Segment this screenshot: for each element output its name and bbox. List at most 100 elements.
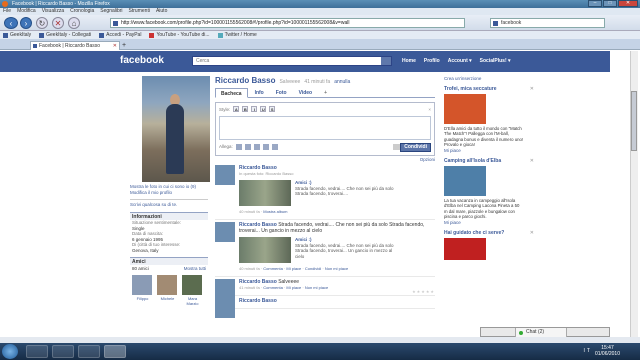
style-toolbar: Style: A B I U S × xyxy=(216,103,434,115)
friend-item[interactable]: Michele xyxy=(157,275,178,306)
language-indicator[interactable]: IT xyxy=(584,348,592,354)
underline-button[interactable]: U xyxy=(260,106,267,112)
bookmark-geekitaly-collegati[interactable]: GeekItaly - Collegati xyxy=(39,31,91,39)
new-tab-button[interactable]: + xyxy=(122,42,130,50)
like-link[interactable]: Mi piace xyxy=(286,285,301,290)
ad-close-icon[interactable]: ✕ xyxy=(530,86,534,92)
attachment-photo[interactable] xyxy=(239,180,291,206)
facebook-search-input[interactable]: Cerca xyxy=(192,56,392,66)
close-tab-icon[interactable]: ✕ xyxy=(113,42,117,50)
tab-video[interactable]: Video xyxy=(294,88,318,98)
info-section: Situazione sentimentale: Single Data di … xyxy=(130,220,208,253)
url-bar[interactable]: http://www.facebook.com/profile.php?id=1… xyxy=(110,18,465,28)
like-link[interactable]: Mi piace xyxy=(286,266,301,271)
ad-image[interactable] xyxy=(444,238,486,261)
strike-button[interactable]: S xyxy=(269,106,276,112)
bookmark-geekitaly[interactable]: GeekItaly xyxy=(3,31,31,39)
attachment-photo[interactable] xyxy=(239,237,291,263)
menu-strumenti[interactable]: Strumenti xyxy=(129,8,150,15)
event-attach-icon[interactable] xyxy=(253,144,260,150)
post-avatar[interactable] xyxy=(215,165,235,185)
status-textarea[interactable] xyxy=(219,116,431,140)
share-button[interactable]: Condividi xyxy=(400,143,431,152)
friend-item[interactable]: Mara Marzio xyxy=(182,275,203,306)
comment-link[interactable]: Commenta xyxy=(263,285,283,290)
more-attach-icon[interactable] xyxy=(271,144,278,150)
post-avatar[interactable] xyxy=(215,298,235,318)
menu-visualizza[interactable]: Visualizza xyxy=(42,8,64,15)
back-button[interactable]: ‹ xyxy=(4,17,18,29)
taskbar-explorer-icon[interactable] xyxy=(52,345,74,358)
url-text: http://www.facebook.com/profile.php?id=1… xyxy=(121,20,350,26)
nav-account[interactable]: Account ▾ xyxy=(448,57,472,65)
friends-show-all-link[interactable]: Mostra tutti xyxy=(184,266,206,272)
forward-button[interactable]: › xyxy=(20,17,32,29)
menu-segnalibri[interactable]: Segnalibri xyxy=(100,8,122,15)
nav-socialplus[interactable]: SocialPlus! ▾ xyxy=(480,57,511,65)
menu-cronologia[interactable]: Cronologia xyxy=(70,8,94,15)
taskbar-media-icon[interactable] xyxy=(78,345,100,358)
start-button[interactable] xyxy=(2,344,18,359)
video-attach-icon[interactable] xyxy=(244,144,251,150)
window-titlebar: Facebook | Riccardo Basso - Mozilla Fire… xyxy=(0,0,640,8)
taskbar-firefox-icon[interactable] xyxy=(104,345,126,358)
edit-profile-link[interactable]: Modifica il mio profilo xyxy=(130,190,208,196)
share-link[interactable]: Condividi xyxy=(305,266,321,271)
comment-link[interactable]: Commenta xyxy=(263,266,283,271)
ad-close-icon[interactable]: ✕ xyxy=(530,158,534,164)
facebook-logo[interactable]: facebook xyxy=(120,55,164,66)
tab-bacheca[interactable]: Bacheca xyxy=(215,88,248,98)
close-window-button[interactable]: ✕ xyxy=(618,0,638,7)
ad-title[interactable]: Hai guidato che ci serve? xyxy=(444,230,514,236)
menu-aiuto[interactable]: Aiuto xyxy=(156,8,167,15)
tab-info[interactable]: Info xyxy=(250,88,269,98)
menu-modifica[interactable]: Modifica xyxy=(17,8,36,15)
friend-item[interactable]: Filippo xyxy=(132,275,153,306)
post-avatar[interactable] xyxy=(215,222,235,242)
scrollbar-thumb[interactable] xyxy=(631,91,637,151)
chat-button[interactable]: Chat (2) xyxy=(515,328,567,337)
tab-foto[interactable]: Foto xyxy=(271,88,292,98)
maximize-button[interactable]: □ xyxy=(603,0,617,7)
nav-home[interactable]: Home xyxy=(402,57,416,65)
ad-like-link[interactable]: Mi piace xyxy=(444,148,534,154)
search-icon[interactable] xyxy=(381,57,391,65)
photo-attach-icon[interactable] xyxy=(235,144,242,150)
post-author[interactable]: Riccardo Basso xyxy=(239,298,435,304)
ad-image[interactable] xyxy=(444,94,486,124)
link-attach-icon[interactable] xyxy=(262,144,269,150)
bookmark-twitter[interactable]: Twitter / Home xyxy=(217,31,257,39)
search-bar[interactable]: facebook xyxy=(490,18,605,28)
bookmark-paypal[interactable]: Accedi - PayPal xyxy=(99,31,141,39)
ad-image[interactable] xyxy=(444,166,486,197)
status-undo-link[interactable]: annulla xyxy=(334,79,350,85)
show-album-link[interactable]: Mostra album xyxy=(263,209,287,214)
ad-like-link[interactable]: Mi piace xyxy=(444,220,534,226)
about-me-link[interactable]: Scrivi qualcosa su di te. xyxy=(130,202,208,208)
dislike-link[interactable]: Non mi piace xyxy=(305,285,328,290)
tab-add[interactable]: + xyxy=(319,88,332,98)
ad-title[interactable]: Trofei, mica seccature xyxy=(444,86,514,92)
stop-icon[interactable]: ✕ xyxy=(52,17,64,29)
page-scrollbar[interactable] xyxy=(610,51,640,337)
bold-button[interactable]: B xyxy=(242,106,249,112)
bookmark-youtube[interactable]: YouTube - YouTube di... xyxy=(149,31,210,39)
chat-bar: Chat (2) xyxy=(480,327,610,337)
composer-close-icon[interactable]: × xyxy=(428,107,431,112)
home-icon[interactable]: ⌂ xyxy=(68,17,80,29)
profile-picture[interactable] xyxy=(142,76,210,182)
text-color-button[interactable]: A xyxy=(233,106,240,112)
create-ad-link[interactable]: Crea un'inserzione xyxy=(444,76,534,82)
italic-button[interactable]: I xyxy=(251,106,258,112)
ad-close-icon[interactable]: ✕ xyxy=(530,230,534,236)
ad-title[interactable]: Camping all'Isola d'Elba xyxy=(444,158,514,164)
tab-facebook[interactable]: Facebook | Riccardo Basso ✕ xyxy=(30,41,120,50)
minimize-button[interactable]: – xyxy=(588,0,602,7)
menu-file[interactable]: File xyxy=(3,8,11,15)
taskbar-clock[interactable]: 15:47 01/06/2010 xyxy=(595,345,620,357)
reload-icon[interactable]: ↻ xyxy=(36,17,48,29)
rating-stars[interactable]: ★★★★★ xyxy=(412,289,435,294)
taskbar-ie-icon[interactable] xyxy=(26,345,48,358)
nav-profilo[interactable]: Profilo xyxy=(424,57,440,65)
dislike-link[interactable]: Non mi piace xyxy=(325,266,348,271)
